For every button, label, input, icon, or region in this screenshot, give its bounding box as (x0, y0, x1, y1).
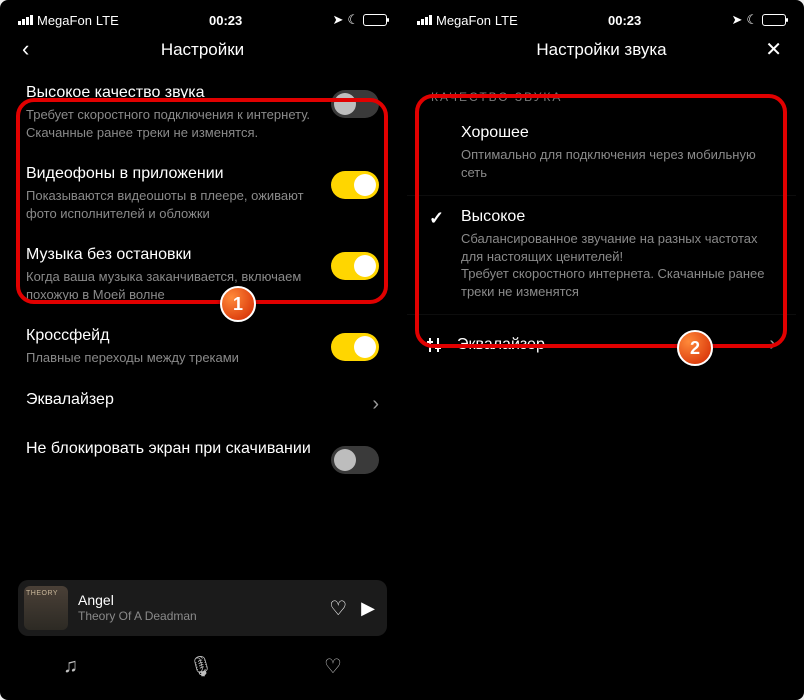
quality-good[interactable]: Хорошее Оптимально для подключения через… (407, 112, 796, 196)
moon-icon: ☾ (746, 12, 758, 28)
quality-title: Хорошее (461, 124, 776, 142)
status-bar: MegaFon LTE 00:23 ➤ ☾ (407, 8, 796, 30)
toggle-crossfade[interactable] (331, 333, 379, 361)
toggle-video-background[interactable] (331, 171, 379, 199)
nav-bar: Настройки звука ✕ (407, 30, 796, 70)
toggle-nonstop-music[interactable] (331, 252, 379, 280)
check-icon: ✓ (429, 208, 444, 229)
nav-title: Настройки звука (536, 40, 666, 60)
track-title: Angel (78, 592, 319, 609)
equalizer-label: Эквалайзер (457, 336, 759, 354)
quality-desc: Оптимально для подключения через мобильн… (461, 146, 776, 181)
clock-label: 00:23 (209, 13, 242, 28)
carrier-label: MegaFon (436, 13, 491, 28)
like-button[interactable]: ♡ (329, 596, 347, 621)
album-art[interactable] (24, 586, 68, 630)
row-title: Эквалайзер (26, 391, 358, 409)
left-phone: MegaFon LTE 00:23 ➤ ☾ ‹ Настройки Высоко… (8, 8, 397, 692)
row-crossfade[interactable]: Кроссфейд Плавные переходы между треками (8, 313, 397, 377)
row-title: Музыка без остановки (26, 246, 317, 264)
network-label: LTE (96, 13, 119, 28)
nav-title: Настройки (161, 40, 244, 60)
row-desc: Требует скоростного подключения к интерн… (26, 106, 317, 141)
tab-collection-icon[interactable]: ♡ (324, 654, 342, 679)
row-title: Видеофоны в приложении (26, 165, 317, 183)
quality-desc: Сбалансированное звучание на разных част… (461, 230, 776, 300)
nav-bar: ‹ Настройки (8, 30, 397, 70)
row-nonstop-music[interactable]: Музыка без остановки Когда ваша музыка з… (8, 232, 397, 313)
back-button[interactable]: ‹ (22, 38, 29, 60)
clock-label: 00:23 (608, 13, 641, 28)
battery-icon (363, 14, 387, 26)
moon-icon: ☾ (347, 12, 359, 28)
quality-title: Высокое (461, 208, 776, 226)
signal-icon (417, 15, 432, 25)
row-equalizer[interactable]: Эквалайзер › (407, 315, 796, 356)
sound-settings: КАЧЕСТВО ЗВУКА Хорошее Оптимально для по… (407, 70, 796, 692)
chevron-right-icon: › (769, 333, 776, 356)
location-icon: ➤ (731, 12, 742, 28)
right-phone: MegaFon LTE 00:23 ➤ ☾ Настройки звука ✕ … (407, 8, 796, 692)
row-title: Кроссфейд (26, 327, 317, 345)
section-title: КАЧЕСТВО ЗВУКА (407, 70, 796, 112)
tab-music-icon[interactable]: ♫ (63, 655, 78, 678)
carrier-label: MegaFon (37, 13, 92, 28)
row-high-quality[interactable]: Высокое качество звука Требует скоростно… (8, 70, 397, 151)
toggle-keep-screen-on[interactable] (331, 446, 379, 474)
quality-high[interactable]: ✓ Высокое Сбалансированное звучание на р… (407, 196, 796, 315)
play-button[interactable]: ▶ (361, 598, 375, 619)
row-desc: Когда ваша музыка заканчивается, включае… (26, 268, 317, 303)
network-label: LTE (495, 13, 518, 28)
close-button[interactable]: ✕ (765, 40, 782, 60)
status-bar: MegaFon LTE 00:23 ➤ ☾ (8, 8, 397, 30)
row-equalizer[interactable]: Эквалайзер › (8, 377, 397, 426)
tab-podcasts-icon[interactable]: 🎙 (188, 654, 213, 679)
row-title: Не блокировать экран при скачивании (26, 440, 317, 458)
mini-player[interactable]: Angel Theory Of A Deadman ♡ ▶ (18, 580, 387, 636)
row-title: Высокое качество звука (26, 84, 317, 102)
toggle-high-quality[interactable] (331, 90, 379, 118)
track-artist: Theory Of A Deadman (78, 609, 319, 623)
tab-bar: ♫ 🎙 ♡ (8, 640, 397, 692)
row-video-background[interactable]: Видеофоны в приложении Показываются виде… (8, 151, 397, 232)
row-desc: Показываются видеошоты в плеере, оживают… (26, 187, 317, 222)
signal-icon (18, 15, 33, 25)
row-keep-screen-on[interactable]: Не блокировать экран при скачивании (8, 426, 397, 484)
chevron-right-icon: › (372, 393, 379, 416)
row-desc: Плавные переходы между треками (26, 349, 317, 367)
battery-icon (762, 14, 786, 26)
location-icon: ➤ (332, 12, 343, 28)
equalizer-icon (427, 338, 443, 352)
